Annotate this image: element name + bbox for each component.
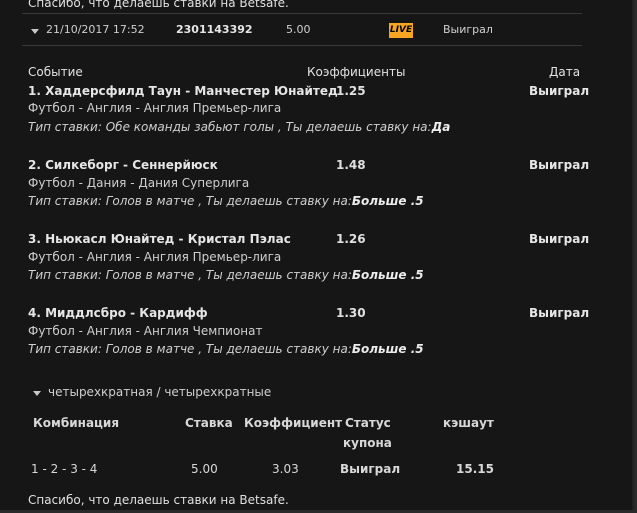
header-odds: Коэффициенты xyxy=(307,65,406,79)
combo-stake: 5.00 xyxy=(191,462,218,476)
combo-header-combination: Комбинация xyxy=(33,416,120,430)
top-thanks-text: Спасибо, что делаешь ставки на Betsafe. xyxy=(28,0,289,10)
bottom-thanks-text: Спасибо, что делаешь ставки на Betsafe. xyxy=(28,493,289,507)
bet-history-panel: Спасибо, что делаешь ставки на Betsafe. … xyxy=(0,0,634,510)
collapse-caret-icon[interactable] xyxy=(31,29,39,34)
event-title: 2. Силкеборг - Сеннерйюск xyxy=(28,158,218,172)
event-bet-type: Тип ставки: Голов в матче , Ты делаешь с… xyxy=(28,194,424,208)
combo-header-status-line2: купона xyxy=(343,436,392,450)
header-event: Событие xyxy=(28,65,83,79)
event-odds: 1.48 xyxy=(336,158,366,172)
event-bet-type: Тип ставки: Обе команды забьют голы , Ты… xyxy=(28,120,451,134)
event-sport: Футбол - Англия - Англия Чемпионат xyxy=(28,324,263,338)
event-result: Выиграл xyxy=(529,306,590,320)
event-sport: Футбол - Дания - Дания Суперлига xyxy=(28,176,250,190)
combo-header-stake: Ставка xyxy=(185,416,233,430)
ticket-id: 2301143392 xyxy=(176,23,253,36)
ticket-divider xyxy=(22,45,582,46)
combo-header-cashout: кэшаут xyxy=(443,416,494,430)
event-odds: 1.25 xyxy=(336,84,366,98)
event-result: Выиграл xyxy=(529,158,590,172)
combo-cashout: 15.15 xyxy=(456,462,494,476)
event-result: Выиграл xyxy=(529,232,590,246)
top-divider xyxy=(22,13,582,14)
combo-caret-icon[interactable] xyxy=(33,391,41,396)
event-sport: Футбол - Англия - Англия Премьер-лига xyxy=(28,101,282,115)
event-bet-type: Тип ставки: Голов в матче , Ты делаешь с… xyxy=(28,268,424,282)
combo-header-odds: Коэффициент xyxy=(244,416,343,430)
event-title: 3. Ньюкасл Юнайтед - Кристал Пэлас xyxy=(28,232,291,246)
ticket-status: Выиграл xyxy=(443,23,493,36)
combo-combination: 1 - 2 - 3 - 4 xyxy=(31,462,98,476)
ticket-date: 21/10/2017 17:52 xyxy=(46,23,145,36)
event-title: 1. Хаддерсфилд Таун - Манчестер Юнайтед xyxy=(28,84,338,98)
event-sport: Футбол - Англия - Англия Премьер-лига xyxy=(28,250,282,264)
event-bet-type: Тип ставки: Голов в матче , Ты делаешь с… xyxy=(28,342,424,356)
combo-odds: 3.03 xyxy=(272,462,299,476)
live-badge: LIVE xyxy=(389,23,413,38)
header-date: Дата xyxy=(549,65,581,79)
ticket-stake: 5.00 xyxy=(286,23,311,36)
event-result: Выиграл xyxy=(529,84,590,98)
event-odds: 1.26 xyxy=(336,232,366,246)
combo-status: Выиграл xyxy=(340,462,401,476)
combo-header-status: Статус xyxy=(345,416,391,430)
event-odds: 1.30 xyxy=(336,306,366,320)
combo-label[interactable]: четырехкратная / четырехкратные xyxy=(48,385,271,399)
event-title: 4. Миддлсбро - Кардифф xyxy=(28,306,208,320)
